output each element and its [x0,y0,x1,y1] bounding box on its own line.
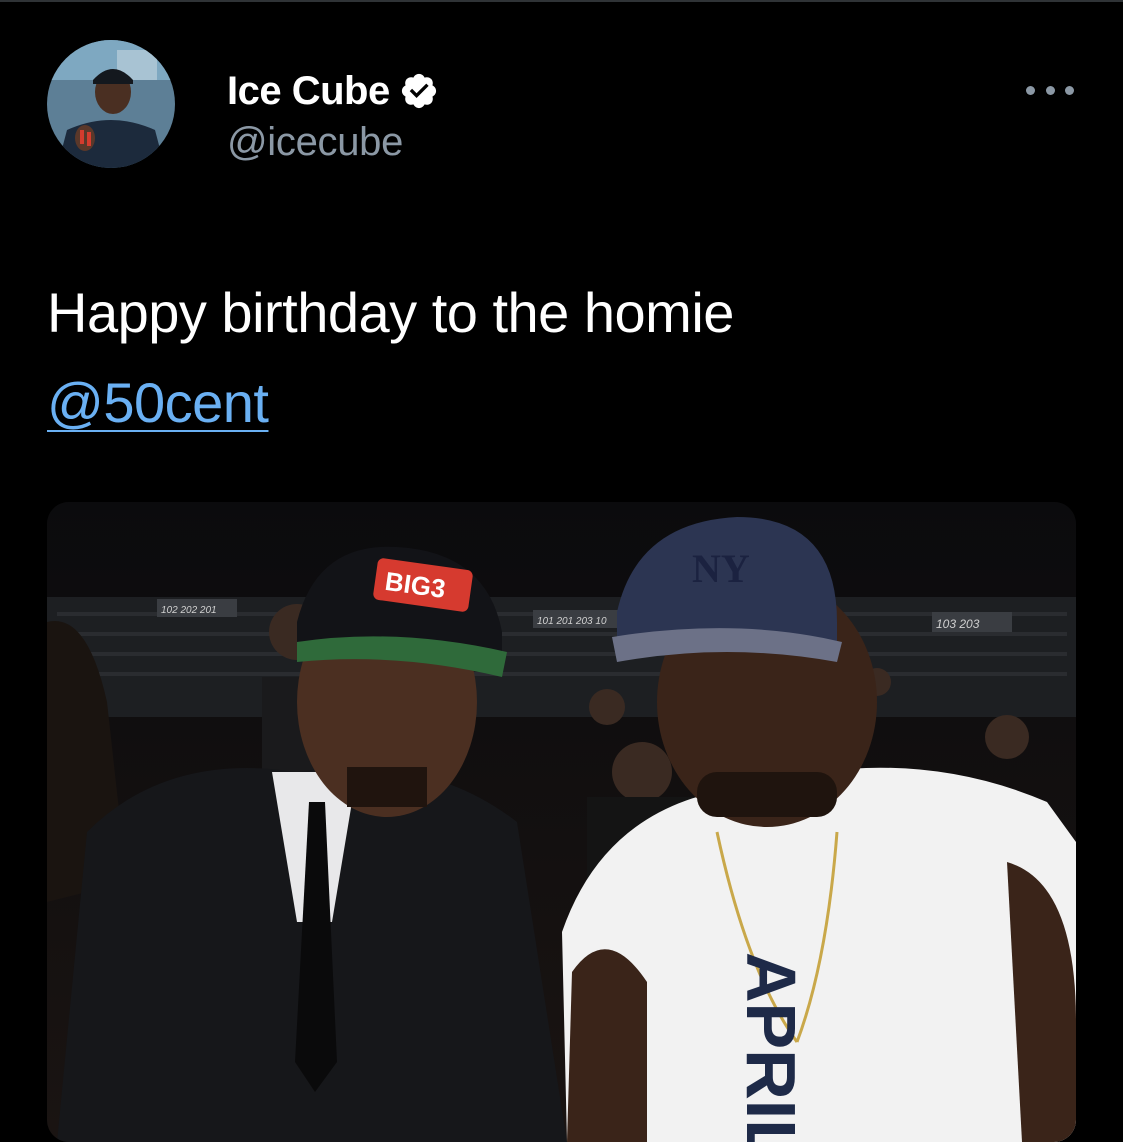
tweet-photo[interactable]: 102 202 201 101 201 203 10 103 203 BIG3 [47,502,1076,1142]
photo-content: 102 202 201 101 201 203 10 103 203 BIG3 [47,502,1076,1142]
author-display-name[interactable]: Ice Cube [227,69,390,114]
more-options-button[interactable] [1026,76,1074,104]
arena-sign-middle: 101 201 203 10 [537,616,607,627]
top-divider [0,0,1123,2]
shirt-print: APRIL [732,952,810,1142]
cap-logo-right: NY [692,546,750,591]
more-dot-icon [1045,85,1055,95]
tweet-body: Happy birthday to the homie @50cent [47,268,1087,448]
arena-sign-right: 103 203 [936,617,980,631]
arena-sign-left: 102 202 201 [161,605,217,616]
mention-link[interactable]: @50cent [47,371,269,434]
more-dot-icon [1065,85,1074,95]
author-name-row: Ice Cube [227,66,439,116]
author-avatar[interactable] [47,40,175,168]
author-handle[interactable]: @icecube [227,120,403,165]
more-dot-icon [1026,85,1035,95]
avatar-photo [47,40,175,168]
tweet-text-line: Happy birthday to the homie [47,281,734,344]
verified-badge-icon [401,73,436,109]
